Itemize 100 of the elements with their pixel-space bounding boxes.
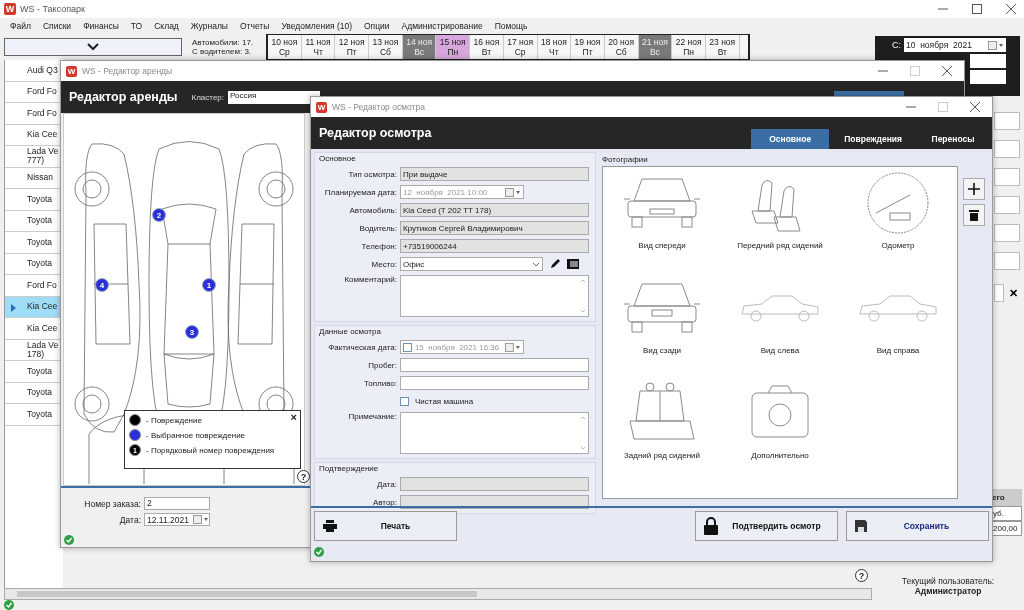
window-title: WS - Таксопарк — [20, 4, 86, 14]
date-from-label: С: — [892, 40, 901, 50]
checkbox[interactable] — [400, 396, 409, 406]
input-field[interactable] — [994, 252, 1020, 270]
editor-heading: Редактор аренды — [69, 90, 178, 104]
damage-marker[interactable]: 1 — [202, 278, 216, 292]
printer-icon — [323, 520, 337, 532]
text-field[interactable] — [400, 358, 589, 372]
edit-pencil-icon[interactable] — [549, 258, 561, 270]
damage-marker[interactable]: 2 — [152, 208, 166, 222]
confirm-button[interactable]: Подтвердить осмотр — [695, 511, 838, 541]
text-field[interactable]: Kia Ceed (T 202 TT 178) — [400, 203, 589, 217]
calendar-day[interactable]: 21 ноя Вс — [638, 35, 673, 59]
input-field[interactable] — [994, 168, 1020, 186]
text-field[interactable] — [400, 376, 589, 390]
input-field[interactable] — [994, 140, 1020, 158]
plus-icon — [968, 183, 980, 195]
calendar-dropdown-icon[interactable] — [988, 40, 1004, 50]
legend-label: - Порядковый номер повреждения — [146, 445, 275, 455]
text-field[interactable] — [400, 477, 589, 491]
close-icon[interactable] — [1006, 4, 1016, 14]
field-label: Автомобиль: — [348, 205, 397, 215]
app-logo: W — [4, 3, 16, 15]
text-area[interactable] — [400, 412, 589, 454]
calendar-day[interactable]: 14 ноя Вс — [402, 35, 437, 59]
list-icon[interactable] — [567, 258, 579, 270]
field-label: Планируемая дата: — [323, 187, 397, 197]
summary-text: С водителем: 3. — [192, 47, 253, 56]
field-label: Дата: — [376, 479, 397, 489]
menu-item[interactable]: Администрирование — [395, 21, 489, 31]
menu-item[interactable]: Помощь — [488, 21, 534, 31]
text-area[interactable] — [400, 275, 589, 317]
date-field[interactable]: 12.11.2021 — [144, 513, 210, 526]
menu-item[interactable]: Уведомления (10) — [275, 21, 358, 31]
date-to-field[interactable] — [970, 54, 1006, 68]
menu-item[interactable]: Склад — [148, 21, 185, 31]
field-label: Телефон: — [360, 241, 397, 251]
help-icon[interactable]: ? — [855, 569, 868, 582]
input-field[interactable] — [994, 196, 1020, 214]
group-title: Подтверждение — [319, 464, 380, 473]
field-label: Примечание: — [347, 412, 397, 421]
damage-marker[interactable]: 4 — [95, 278, 109, 292]
lock-icon — [704, 517, 718, 535]
close-button[interactable]: × — [290, 411, 297, 423]
order-number-label: Номер заказа: — [83, 498, 141, 509]
field-label: Автор: — [371, 497, 397, 507]
collapse-dropdown-button[interactable] — [4, 38, 182, 56]
cluster-select[interactable]: Россия — [228, 90, 320, 104]
close-icon[interactable] — [970, 102, 980, 112]
delete-button[interactable] — [963, 204, 985, 226]
photo-slot[interactable]: Дополнительно — [721, 381, 839, 486]
menu-item[interactable]: Отчеты — [234, 21, 276, 31]
date-from-field[interactable]: 10 ноября 2021 — [904, 38, 1006, 52]
input-field[interactable] — [994, 112, 1020, 130]
tab[interactable]: Повреждения — [832, 129, 914, 149]
menu-item[interactable]: ТО — [124, 21, 149, 31]
text-field[interactable]: При выдаче — [400, 167, 589, 181]
menu-item[interactable]: Файл — [4, 21, 37, 31]
current-user-name: Администратор — [914, 586, 982, 596]
summary-text: Автомобили: 17. — [192, 38, 255, 47]
menu-item[interactable]: Финансы — [77, 21, 125, 31]
close-icon[interactable] — [942, 66, 952, 76]
menu-item[interactable]: Опции — [358, 21, 396, 31]
current-user-label: Текущий пользователь: — [901, 576, 995, 586]
photo-slot[interactable]: Вид спереди — [603, 171, 721, 276]
input-field[interactable] — [994, 224, 1020, 242]
maximize-icon[interactable] — [972, 4, 982, 14]
damage-marker[interactable]: 3 — [185, 325, 199, 339]
field-label: Фактическая дата: — [327, 342, 397, 352]
text-field[interactable]: Крутиков Сергей Владимирович — [400, 221, 589, 235]
help-icon[interactable]: ? — [297, 470, 310, 483]
tab[interactable]: Переносы — [917, 129, 989, 149]
place-select[interactable]: Офис — [400, 257, 543, 271]
photo-slot[interactable]: Вид справа — [839, 276, 957, 381]
group-title: Основное — [319, 154, 357, 163]
photo-slot[interactable]: Задний ряд сидений — [603, 381, 721, 486]
status-ok-icon — [4, 600, 14, 610]
field-label: Водитель: — [358, 223, 397, 233]
dropdown-field[interactable] — [970, 70, 1006, 84]
field-label: Пробег: — [367, 360, 397, 370]
menu-item[interactable]: Списки — [36, 21, 78, 31]
status-ok-icon — [64, 534, 74, 545]
save-button[interactable]: Сохранить — [846, 511, 989, 541]
photo-slot[interactable]: Вид сзади — [603, 276, 721, 381]
clear-button[interactable]: ✕ — [1006, 286, 1020, 300]
calendar-dropdown-icon[interactable] — [193, 515, 209, 524]
photo-slot[interactable]: Передний ряд сидений — [721, 171, 839, 276]
print-button[interactable]: Печать — [314, 511, 457, 541]
tab[interactable]: Основное — [751, 129, 830, 149]
add-button[interactable] — [963, 178, 985, 200]
menu-item[interactable]: Журналы — [184, 21, 234, 31]
text-field[interactable]: +73519006244 — [400, 239, 589, 253]
input-field[interactable] — [994, 284, 1004, 302]
window-title: WS - Редактор аренды — [82, 66, 173, 76]
photo-slot[interactable]: Вид слева — [721, 276, 839, 381]
calendar-day[interactable]: 15 ноя Пн — [436, 35, 471, 59]
photo-slot[interactable]: Одометр — [839, 171, 957, 276]
order-number-field[interactable]: 2 — [144, 497, 210, 510]
chevron-down-icon — [87, 43, 99, 51]
horizontal-scrollbar[interactable] — [4, 588, 872, 600]
